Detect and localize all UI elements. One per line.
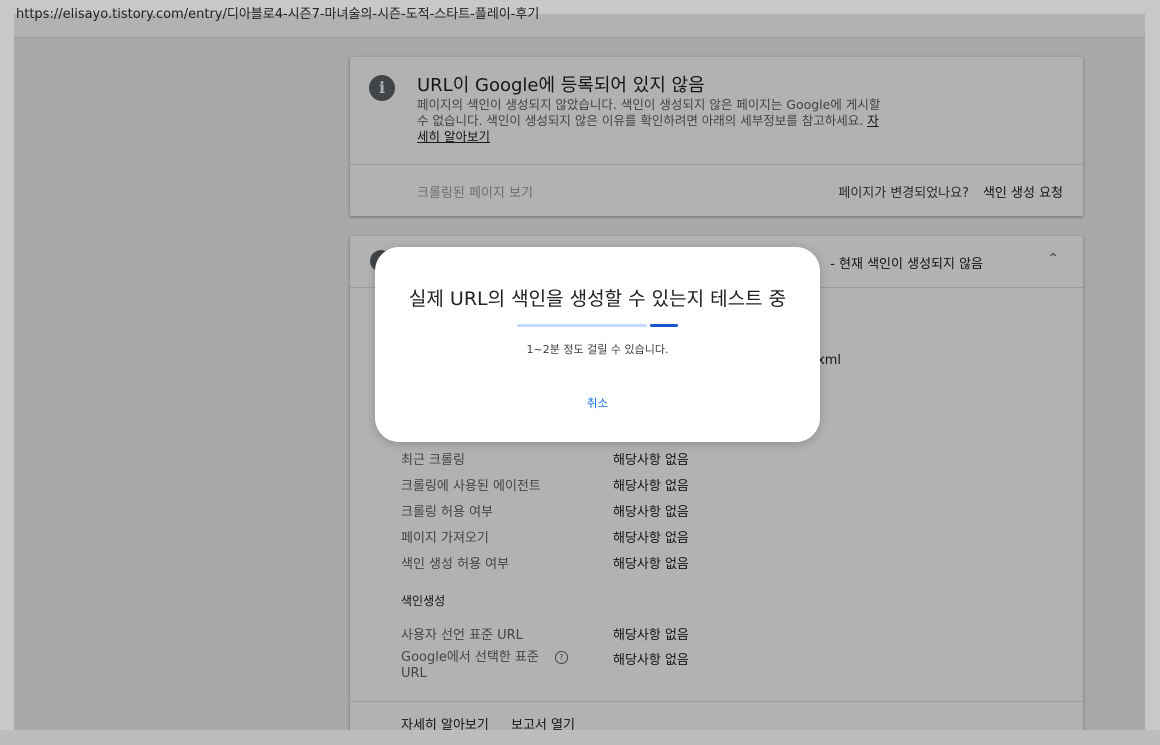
right-frame — [1145, 14, 1160, 732]
page: i URL이 Google에 등록되어 있지 않음 페이지의 색인이 생성되지 … — [0, 0, 1160, 745]
live-test-dialog: 실제 URL의 색인을 생성할 수 있는지 테스트 중 1~2분 정도 걸릴 수… — [375, 247, 820, 442]
page-url: https://elisayo.tistory.com/entry/디아블로4-… — [16, 7, 540, 22]
progress-bar — [517, 324, 678, 327]
dialog-title: 실제 URL의 색인을 생성할 수 있는지 테스트 중 — [408, 288, 787, 310]
progress-indicator — [650, 324, 678, 327]
cancel-button[interactable]: 취소 — [375, 395, 820, 411]
left-frame — [0, 14, 14, 732]
bottom-frame — [0, 730, 1160, 745]
dialog-subtitle: 1~2분 정도 걸릴 수 있습니다. — [526, 343, 669, 356]
progress-track — [517, 324, 647, 327]
